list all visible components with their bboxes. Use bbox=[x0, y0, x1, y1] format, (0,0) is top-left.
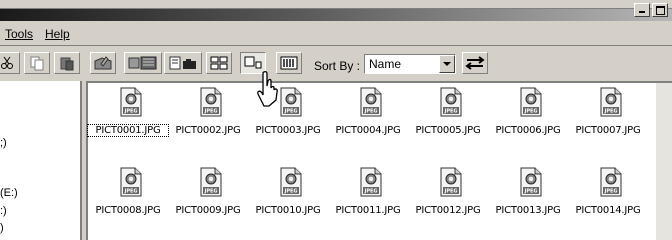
file-type-badge: JPEG bbox=[203, 109, 217, 115]
large-icons-icon bbox=[244, 56, 262, 69]
file-name: PICT0008.JPG bbox=[95, 205, 161, 216]
camera-button[interactable] bbox=[164, 52, 202, 74]
file-type-badge: JPEG bbox=[283, 189, 297, 195]
file-name: PICT0009.JPG bbox=[175, 205, 241, 216]
jpeg-file-icon: JPEG bbox=[360, 167, 382, 197]
file-name: PICT0013.JPG bbox=[495, 205, 561, 216]
menu-tools-label: Tools bbox=[5, 27, 34, 41]
file-type-badge: JPEG bbox=[203, 189, 217, 195]
cut-button[interactable] bbox=[0, 52, 20, 74]
file-type-badge: JPEG bbox=[363, 189, 377, 195]
jpeg-file-icon: JPEG bbox=[120, 167, 142, 197]
file-type-badge: JPEG bbox=[443, 109, 457, 115]
file-name: PICT0007.JPG bbox=[575, 125, 641, 136]
folder-tree-pane[interactable]: ;) (E:) :) ) bbox=[0, 81, 82, 240]
file-item[interactable]: JPEG PICT0011.JPG bbox=[328, 167, 408, 227]
tree-item[interactable]: :) bbox=[0, 205, 7, 217]
menu-bar: Tools Help bbox=[0, 21, 672, 46]
jpeg-file-icon: JPEG bbox=[440, 167, 462, 197]
jpeg-file-icon: JPEG bbox=[600, 167, 622, 197]
title-bar bbox=[0, 0, 672, 21]
file-type-badge: JPEG bbox=[283, 109, 297, 115]
tree-item[interactable]: ;) bbox=[0, 137, 7, 149]
file-item[interactable]: JPEG PICT0007.JPG bbox=[568, 87, 648, 147]
copy-icon bbox=[30, 56, 44, 71]
file-item[interactable]: JPEG PICT0009.JPG bbox=[168, 167, 248, 227]
file-item[interactable]: JPEG PICT0004.JPG bbox=[328, 87, 408, 147]
details-list-icon bbox=[280, 56, 298, 70]
window-top-edge bbox=[0, 0, 672, 9]
menu-tools[interactable]: Tools bbox=[5, 27, 33, 41]
file-name: PICT0006.JPG bbox=[495, 125, 561, 136]
file-name: PICT0002.JPG bbox=[175, 125, 241, 136]
file-item[interactable]: JPEG PICT0012.JPG bbox=[408, 167, 488, 227]
sort-by-select[interactable]: Name bbox=[364, 54, 456, 74]
sort-by-value: Name bbox=[369, 57, 402, 71]
swap-arrows-icon bbox=[465, 56, 485, 70]
jpeg-file-icon: JPEG bbox=[280, 87, 302, 117]
file-item[interactable]: JPEG PICT0010.JPG bbox=[248, 167, 328, 227]
file-item[interactable]: JPEG PICT0014.JPG bbox=[568, 167, 648, 227]
sort-by-label: Sort By : bbox=[314, 59, 361, 73]
paste-button[interactable] bbox=[54, 52, 80, 74]
tree-item[interactable]: ) bbox=[0, 222, 4, 234]
jpeg-file-icon: JPEG bbox=[280, 167, 302, 197]
up-folder-button[interactable] bbox=[90, 52, 116, 74]
thumbnails-icon bbox=[210, 56, 228, 70]
file-name: PICT0003.JPG bbox=[255, 125, 321, 136]
jpeg-file-icon: JPEG bbox=[520, 167, 542, 197]
file-type-badge: JPEG bbox=[363, 109, 377, 115]
document-camera-icon bbox=[169, 56, 196, 70]
file-item[interactable]: JPEG PICT0008.JPG bbox=[88, 167, 168, 227]
jpeg-file-icon: JPEG bbox=[600, 87, 622, 117]
copy-button[interactable] bbox=[24, 52, 50, 74]
file-name: PICT0012.JPG bbox=[415, 205, 481, 216]
slideshow-icon bbox=[128, 56, 157, 70]
jpeg-file-icon: JPEG bbox=[200, 167, 222, 197]
menu-help-label: Help bbox=[45, 27, 70, 41]
file-item[interactable]: JPEG PICT0013.JPG bbox=[488, 167, 568, 227]
tree-item[interactable]: (E:) bbox=[0, 187, 18, 199]
maximize-button[interactable] bbox=[652, 3, 668, 17]
file-type-badge: JPEG bbox=[123, 109, 137, 115]
minimize-button[interactable] bbox=[634, 3, 650, 17]
chevron-down-icon[interactable] bbox=[439, 55, 455, 73]
vertical-scrollbar[interactable] bbox=[656, 83, 672, 240]
window-controls bbox=[634, 3, 668, 17]
folder-up-icon bbox=[94, 56, 112, 70]
toolbar: Sort By : Name bbox=[0, 46, 672, 80]
jpeg-file-icon: JPEG bbox=[520, 87, 542, 117]
jpeg-file-icon: JPEG bbox=[440, 87, 462, 117]
file-name: PICT0010.JPG bbox=[255, 205, 321, 216]
file-type-badge: JPEG bbox=[523, 189, 537, 195]
file-item[interactable]: JPEG PICT0002.JPG bbox=[168, 87, 248, 147]
file-name: PICT0001.JPG bbox=[87, 124, 169, 137]
jpeg-file-icon: JPEG bbox=[360, 87, 382, 117]
file-type-badge: JPEG bbox=[443, 189, 457, 195]
file-type-badge: JPEG bbox=[523, 109, 537, 115]
hand-pointer-icon bbox=[257, 70, 278, 107]
scissors-icon bbox=[1, 56, 13, 69]
sort-order-button[interactable] bbox=[462, 52, 488, 74]
image-view-button[interactable] bbox=[124, 52, 162, 74]
file-name: PICT0004.JPG bbox=[335, 125, 401, 136]
file-type-badge: JPEG bbox=[123, 189, 137, 195]
jpeg-file-icon: JPEG bbox=[200, 87, 222, 117]
menu-help[interactable]: Help bbox=[45, 27, 70, 41]
file-type-badge: JPEG bbox=[603, 189, 617, 195]
file-name: PICT0014.JPG bbox=[575, 205, 641, 216]
thumbnail-view-button[interactable] bbox=[206, 52, 232, 74]
file-item[interactable]: JPEG PICT0005.JPG bbox=[408, 87, 488, 147]
file-type-badge: JPEG bbox=[603, 109, 617, 115]
file-item[interactable]: JPEG PICT0001.JPG bbox=[87, 87, 169, 147]
file-name: PICT0011.JPG bbox=[335, 205, 401, 216]
file-list-pane[interactable]: JPEG PICT0001.JPG JPEG PICT0002.JPG JPEG PICT… bbox=[86, 81, 672, 240]
paste-icon bbox=[60, 57, 74, 71]
file-name: PICT0005.JPG bbox=[415, 125, 481, 136]
file-item[interactable]: JPEG PICT0006.JPG bbox=[488, 87, 568, 147]
jpeg-file-icon: JPEG bbox=[120, 87, 142, 117]
